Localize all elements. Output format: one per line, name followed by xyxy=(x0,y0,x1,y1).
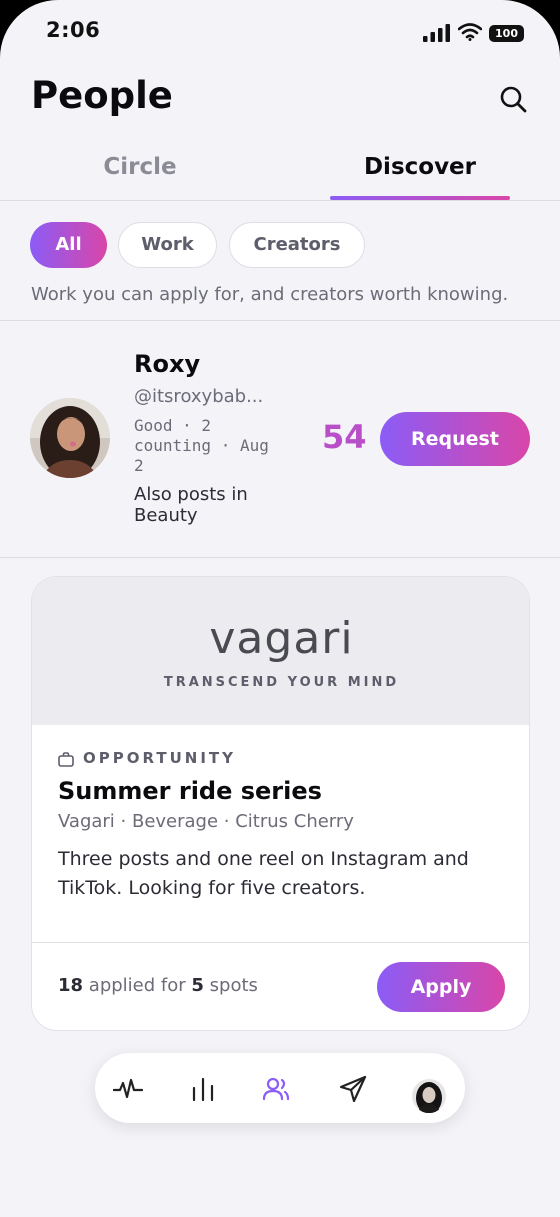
opportunity-description: Three posts and one reel on Instagram an… xyxy=(58,848,469,899)
person-meta: Good · 2 counting · Aug 2 xyxy=(134,416,269,475)
filter-description: Work you can apply for, and creators wor… xyxy=(31,284,509,305)
spots-text: spots xyxy=(209,975,258,996)
person-also-posts: Also posts in Beauty xyxy=(134,484,248,526)
search-icon[interactable] xyxy=(498,84,530,116)
filter-chip-work[interactable]: Work xyxy=(118,222,217,268)
opportunity-title: Summer ride series xyxy=(58,777,322,805)
opportunity-label: OPPORTUNITY xyxy=(83,749,237,767)
divider xyxy=(0,557,560,558)
status-bar: 2:06 100 xyxy=(0,0,560,62)
wifi-icon xyxy=(458,23,482,41)
brand-logo: vagari xyxy=(209,613,354,664)
tab-discover[interactable]: Discover xyxy=(330,154,510,180)
signal-icon xyxy=(423,24,450,42)
person-handle: @itsroxybab... xyxy=(134,386,264,407)
tab-circle[interactable]: Circle xyxy=(50,154,230,180)
applied-text: applied for xyxy=(88,975,186,996)
brand-banner: vagari TRANSCEND YOUR MIND xyxy=(32,577,529,725)
divider xyxy=(32,942,529,943)
briefcase-icon xyxy=(58,752,74,767)
app-screen: 2:06 100 People Circle Discover All Work… xyxy=(0,0,560,1217)
page-title: People xyxy=(31,74,173,117)
bottom-nav xyxy=(95,1053,465,1123)
filter-chip-all[interactable]: All xyxy=(30,222,107,268)
stats-icon[interactable] xyxy=(188,1074,218,1104)
applied-status: 18 applied for 5 spots xyxy=(58,975,258,996)
person-score: 54 xyxy=(322,418,367,456)
opportunity-meta: Vagari · Beverage · Citrus Cherry xyxy=(58,811,354,832)
avatar[interactable] xyxy=(30,398,110,478)
brand-tagline: TRANSCEND YOUR MIND xyxy=(163,675,400,690)
people-icon[interactable] xyxy=(261,1074,291,1104)
opportunity-card[interactable]: vagari TRANSCEND YOUR MIND OPPORTUNITY S… xyxy=(31,576,530,1031)
battery-icon: 100 xyxy=(489,25,524,42)
applied-count: 18 xyxy=(58,975,84,996)
divider xyxy=(0,320,560,321)
activity-icon[interactable] xyxy=(113,1074,143,1104)
spots-count: 5 xyxy=(191,975,204,996)
person-name[interactable]: Roxy xyxy=(134,350,200,378)
send-icon[interactable] xyxy=(338,1074,368,1104)
divider xyxy=(0,200,560,201)
profile-avatar[interactable] xyxy=(412,1079,446,1113)
request-button[interactable]: Request xyxy=(380,412,530,466)
apply-button[interactable]: Apply xyxy=(377,962,505,1012)
status-time: 2:06 xyxy=(46,18,101,42)
filter-chip-creators[interactable]: Creators xyxy=(229,222,365,268)
